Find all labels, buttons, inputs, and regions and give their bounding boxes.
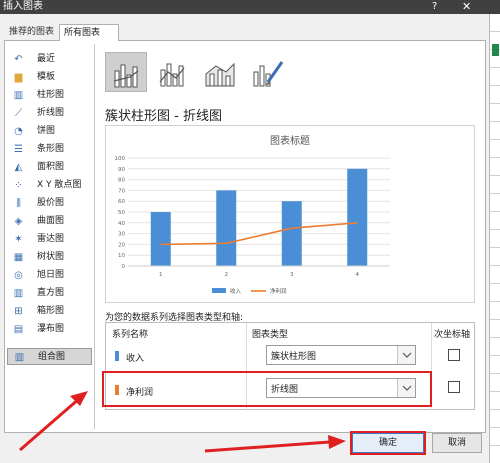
histogram-chart-icon: ▥ [13, 288, 24, 299]
bar-chart-icon: ☰ [14, 144, 23, 155]
sidebar-item-recent[interactable]: ↶ 最近 [7, 51, 92, 68]
y-tick-label: 60 [118, 199, 125, 205]
help-button[interactable]: ? [432, 0, 437, 14]
chevron-down-icon [397, 346, 415, 364]
close-button[interactable]: ✕ [462, 0, 471, 14]
bar [347, 168, 368, 266]
series-net-profit-secondary-checkbox[interactable] [448, 381, 460, 393]
recent-icon: ↶ [14, 54, 23, 65]
x-tick-label: 1 [159, 272, 163, 278]
legend-label: 净利润 [270, 287, 287, 295]
sidebar-item-column[interactable]: ▥ 柱形图 [7, 87, 92, 104]
treemap-chart-icon: ▦ [13, 252, 24, 263]
folder-icon: ▆ [14, 72, 23, 83]
sidebar-item-histogram[interactable]: ▥ 直方图 [7, 285, 92, 302]
sidebar-item-pie[interactable]: ◔ 饼图 [7, 123, 92, 140]
tab-recommended-charts[interactable]: 推荐的图表 [5, 24, 60, 40]
arrow-head [328, 435, 346, 449]
legend-swatch [212, 288, 226, 293]
series-name-revenue: 收入 [126, 354, 145, 364]
subtype-heading: 簇状柱形图 - 折线图 [105, 109, 222, 124]
combo-subtype-column-line-button[interactable] [105, 52, 147, 92]
surface-chart-icon: ◈ [14, 216, 23, 227]
header-chart-type: 图表类型 [252, 330, 289, 340]
series-color-swatch [115, 351, 119, 361]
chart-preview: 图表标题 0 10 20 30 40 50 60 70 80 90 100 1 2 3 4 收入 净利润 [105, 125, 475, 303]
y-tick-label: 40 [118, 221, 125, 227]
sidebar-item-line[interactable]: ⟋ 折线图 [7, 105, 92, 122]
x-tick-label: 3 [290, 272, 294, 278]
bar [216, 190, 237, 266]
chart-title: 图表标题 [270, 134, 310, 147]
cancel-button[interactable]: 取消 [432, 433, 482, 453]
area-column-subtype-icon [205, 62, 235, 87]
sidebar-item-treemap[interactable]: ▦ 树状图 [7, 249, 92, 266]
sidebar-item-waterfall[interactable]: ▤ 瀑布图 [7, 321, 92, 338]
waterfall-chart-icon: ▤ [13, 324, 24, 335]
sidebar-item-combo[interactable]: ▥ 组合图 [7, 348, 92, 365]
series-revenue-secondary-checkbox[interactable] [448, 349, 460, 361]
sidebar-item-bar[interactable]: ☰ 条形图 [7, 141, 92, 158]
sidebar-item-templates[interactable]: ▆ 模板 [7, 69, 92, 86]
area-chart-icon: ◭ [14, 162, 23, 173]
radar-chart-icon: ✶ [14, 234, 23, 245]
scatter-chart-icon: ⁘ [14, 180, 23, 191]
y-tick-label: 0 [122, 264, 126, 270]
line-chart-icon: ⟋ [15, 108, 22, 119]
custom-combo-subtype-icon [253, 61, 284, 87]
dialog-title: 插入图表 [3, 1, 43, 12]
bar [150, 212, 171, 266]
ok-button[interactable]: 确定 [352, 433, 424, 453]
y-tick-label: 90 [118, 167, 125, 173]
sidebar-item-area[interactable]: ◭ 面积图 [7, 159, 92, 176]
series-revenue-type-dropdown[interactable]: 簇状柱形图 [266, 345, 416, 365]
x-tick-label: 2 [225, 272, 229, 278]
header-secondary-axis: 次坐标轴 [434, 330, 471, 340]
background-spreadsheet [489, 14, 500, 463]
y-tick-label: 80 [118, 178, 125, 184]
combo-subtype-column-line-secondary-button[interactable] [152, 52, 194, 92]
sunburst-chart-icon: ◎ [14, 270, 23, 281]
y-tick-label: 50 [118, 210, 125, 216]
tab-all-charts[interactable]: 所有图表 [59, 24, 119, 41]
y-tick-label: 30 [118, 232, 125, 238]
legend-label: 收入 [230, 287, 242, 295]
column-chart-icon: ▥ [13, 90, 24, 101]
y-tick-label: 100 [115, 156, 126, 162]
sidebar-item-radar[interactable]: ✶ 雷达图 [7, 231, 92, 248]
combo-chart-svg: 图表标题 0 10 20 30 40 50 60 70 80 90 100 1 2 3 4 收入 净利润 [115, 134, 390, 295]
combo-subtype-area-column-button[interactable] [199, 52, 241, 92]
y-tick-label: 20 [118, 242, 125, 248]
sidebar-item-surface[interactable]: ◈ 曲面图 [7, 213, 92, 230]
highlight-annotation-box [102, 371, 432, 407]
dialog-titlebar: 插入图表 ? ✕ [0, 0, 500, 14]
sidebar-item-stock[interactable]: ⫼ 股价图 [7, 195, 92, 212]
sidebar-item-scatter[interactable]: ⁘ X Y 散点图 [7, 177, 92, 194]
sidebar-divider [94, 44, 95, 429]
combo-chart-icon: ▥ [14, 352, 25, 363]
pie-chart-icon: ◔ [14, 126, 23, 137]
x-tick-label: 4 [356, 272, 360, 278]
combo-subtype-custom-button[interactable] [246, 52, 288, 92]
sidebar-item-sunburst[interactable]: ◎ 旭日图 [7, 267, 92, 284]
y-tick-label: 70 [118, 188, 125, 194]
header-series-name: 系列名称 [112, 330, 149, 340]
bar [281, 201, 302, 266]
box-chart-icon: ⊞ [14, 306, 23, 317]
column-line-secondary-subtype-icon [159, 63, 185, 87]
sidebar-item-box[interactable]: ⊞ 箱形图 [7, 303, 92, 320]
arrow-to-ok-button [204, 440, 331, 453]
stock-chart-icon: ⫼ [16, 198, 21, 209]
column-line-subtype-icon [113, 64, 139, 88]
y-tick-label: 10 [118, 253, 125, 259]
